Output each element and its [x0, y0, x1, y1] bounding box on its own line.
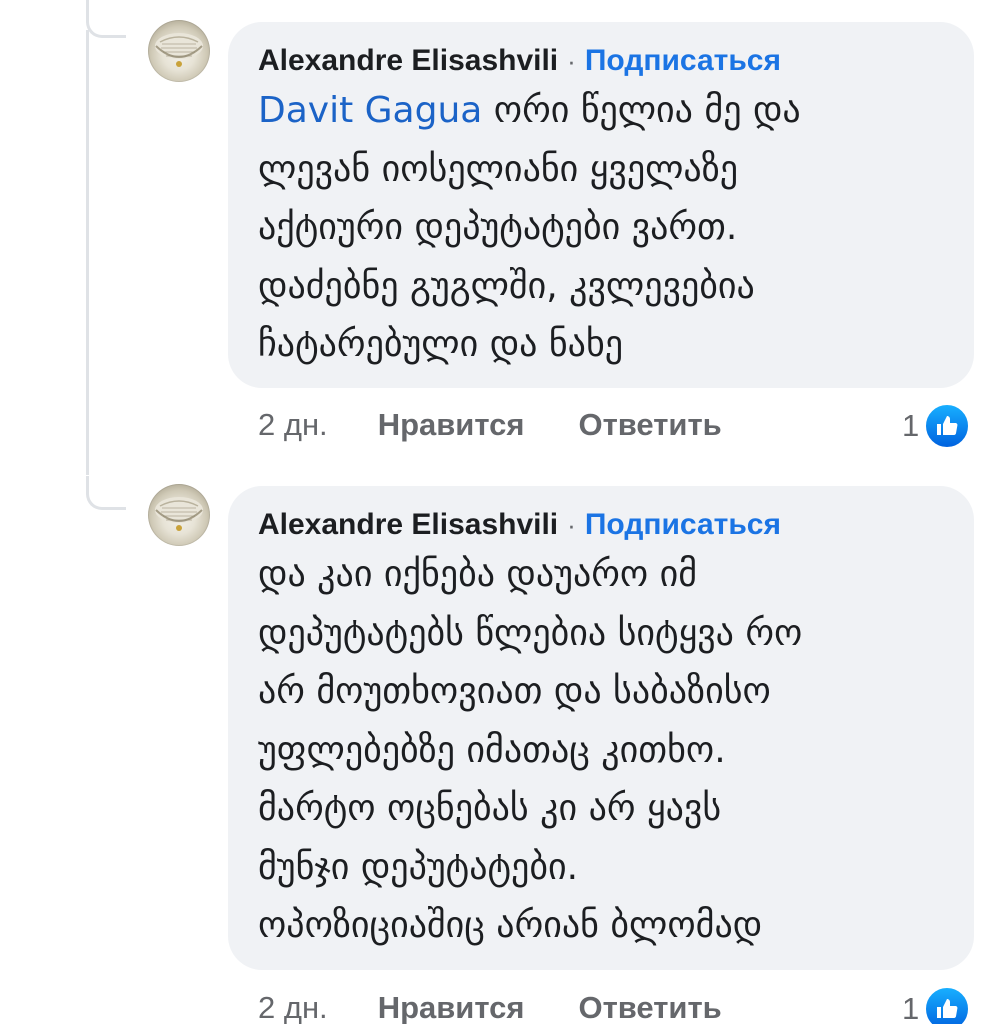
reply-button[interactable]: Ответить [578, 407, 721, 443]
follow-button[interactable]: Подписаться [585, 44, 781, 78]
comment-body: და კაი იქნება დაუარო იმ დეპუტატებს წლები… [258, 554, 803, 946]
comment-header: Alexandre Elisashvili · Подписаться [258, 44, 944, 78]
avatar[interactable] [148, 484, 210, 546]
comment-text: და კაი იქნება დაუარო იმ დეპუტატებს წლები… [258, 546, 944, 956]
reaction-summary[interactable]: 1 [902, 985, 972, 1024]
like-button[interactable]: Нравится [378, 990, 525, 1024]
like-button[interactable]: Нравится [378, 407, 525, 443]
thread-line [86, 30, 89, 475]
comment-bubble: Alexandre Elisashvili · Подписаться და კ… [228, 486, 974, 970]
comment-actions: 2 дн. Нравится Ответить [258, 407, 722, 443]
chandelier-avatar-icon [155, 33, 203, 67]
timestamp[interactable]: 2 дн. [258, 407, 328, 443]
comment-body: ორი წელია მე და ლევან იოსელიანი ყველაზე … [258, 90, 801, 365]
thread-connector [86, 476, 126, 510]
comment-header: Alexandre Elisashvili · Подписаться [258, 508, 944, 542]
comment-bubble: Alexandre Elisashvili · Подписаться Davi… [228, 22, 974, 388]
separator-dot: · [567, 510, 576, 540]
comment-text: Davit Gagua ორი წელია მე და ლევან იოსელი… [258, 82, 944, 375]
reaction-count: 1 [902, 408, 920, 443]
like-icon [923, 985, 972, 1024]
comment-thread: Alexandre Elisashvili · Подписаться Davi… [0, 0, 1004, 1024]
avatar[interactable] [148, 20, 210, 82]
reaction-summary[interactable]: 1 [902, 402, 972, 450]
like-icon [923, 402, 972, 450]
comment-actions: 2 дн. Нравится Ответить [258, 990, 722, 1024]
author-name[interactable]: Alexandre Elisashvili [258, 508, 558, 542]
separator-dot: · [567, 46, 576, 76]
author-name[interactable]: Alexandre Elisashvili [258, 44, 558, 78]
follow-button[interactable]: Подписаться [585, 508, 781, 542]
mention-link[interactable]: Davit Gagua [258, 90, 482, 131]
thread-connector [86, 4, 126, 38]
timestamp[interactable]: 2 дн. [258, 990, 328, 1024]
reaction-count: 1 [902, 991, 920, 1024]
reply-button[interactable]: Ответить [578, 990, 721, 1024]
chandelier-avatar-icon [155, 497, 203, 531]
